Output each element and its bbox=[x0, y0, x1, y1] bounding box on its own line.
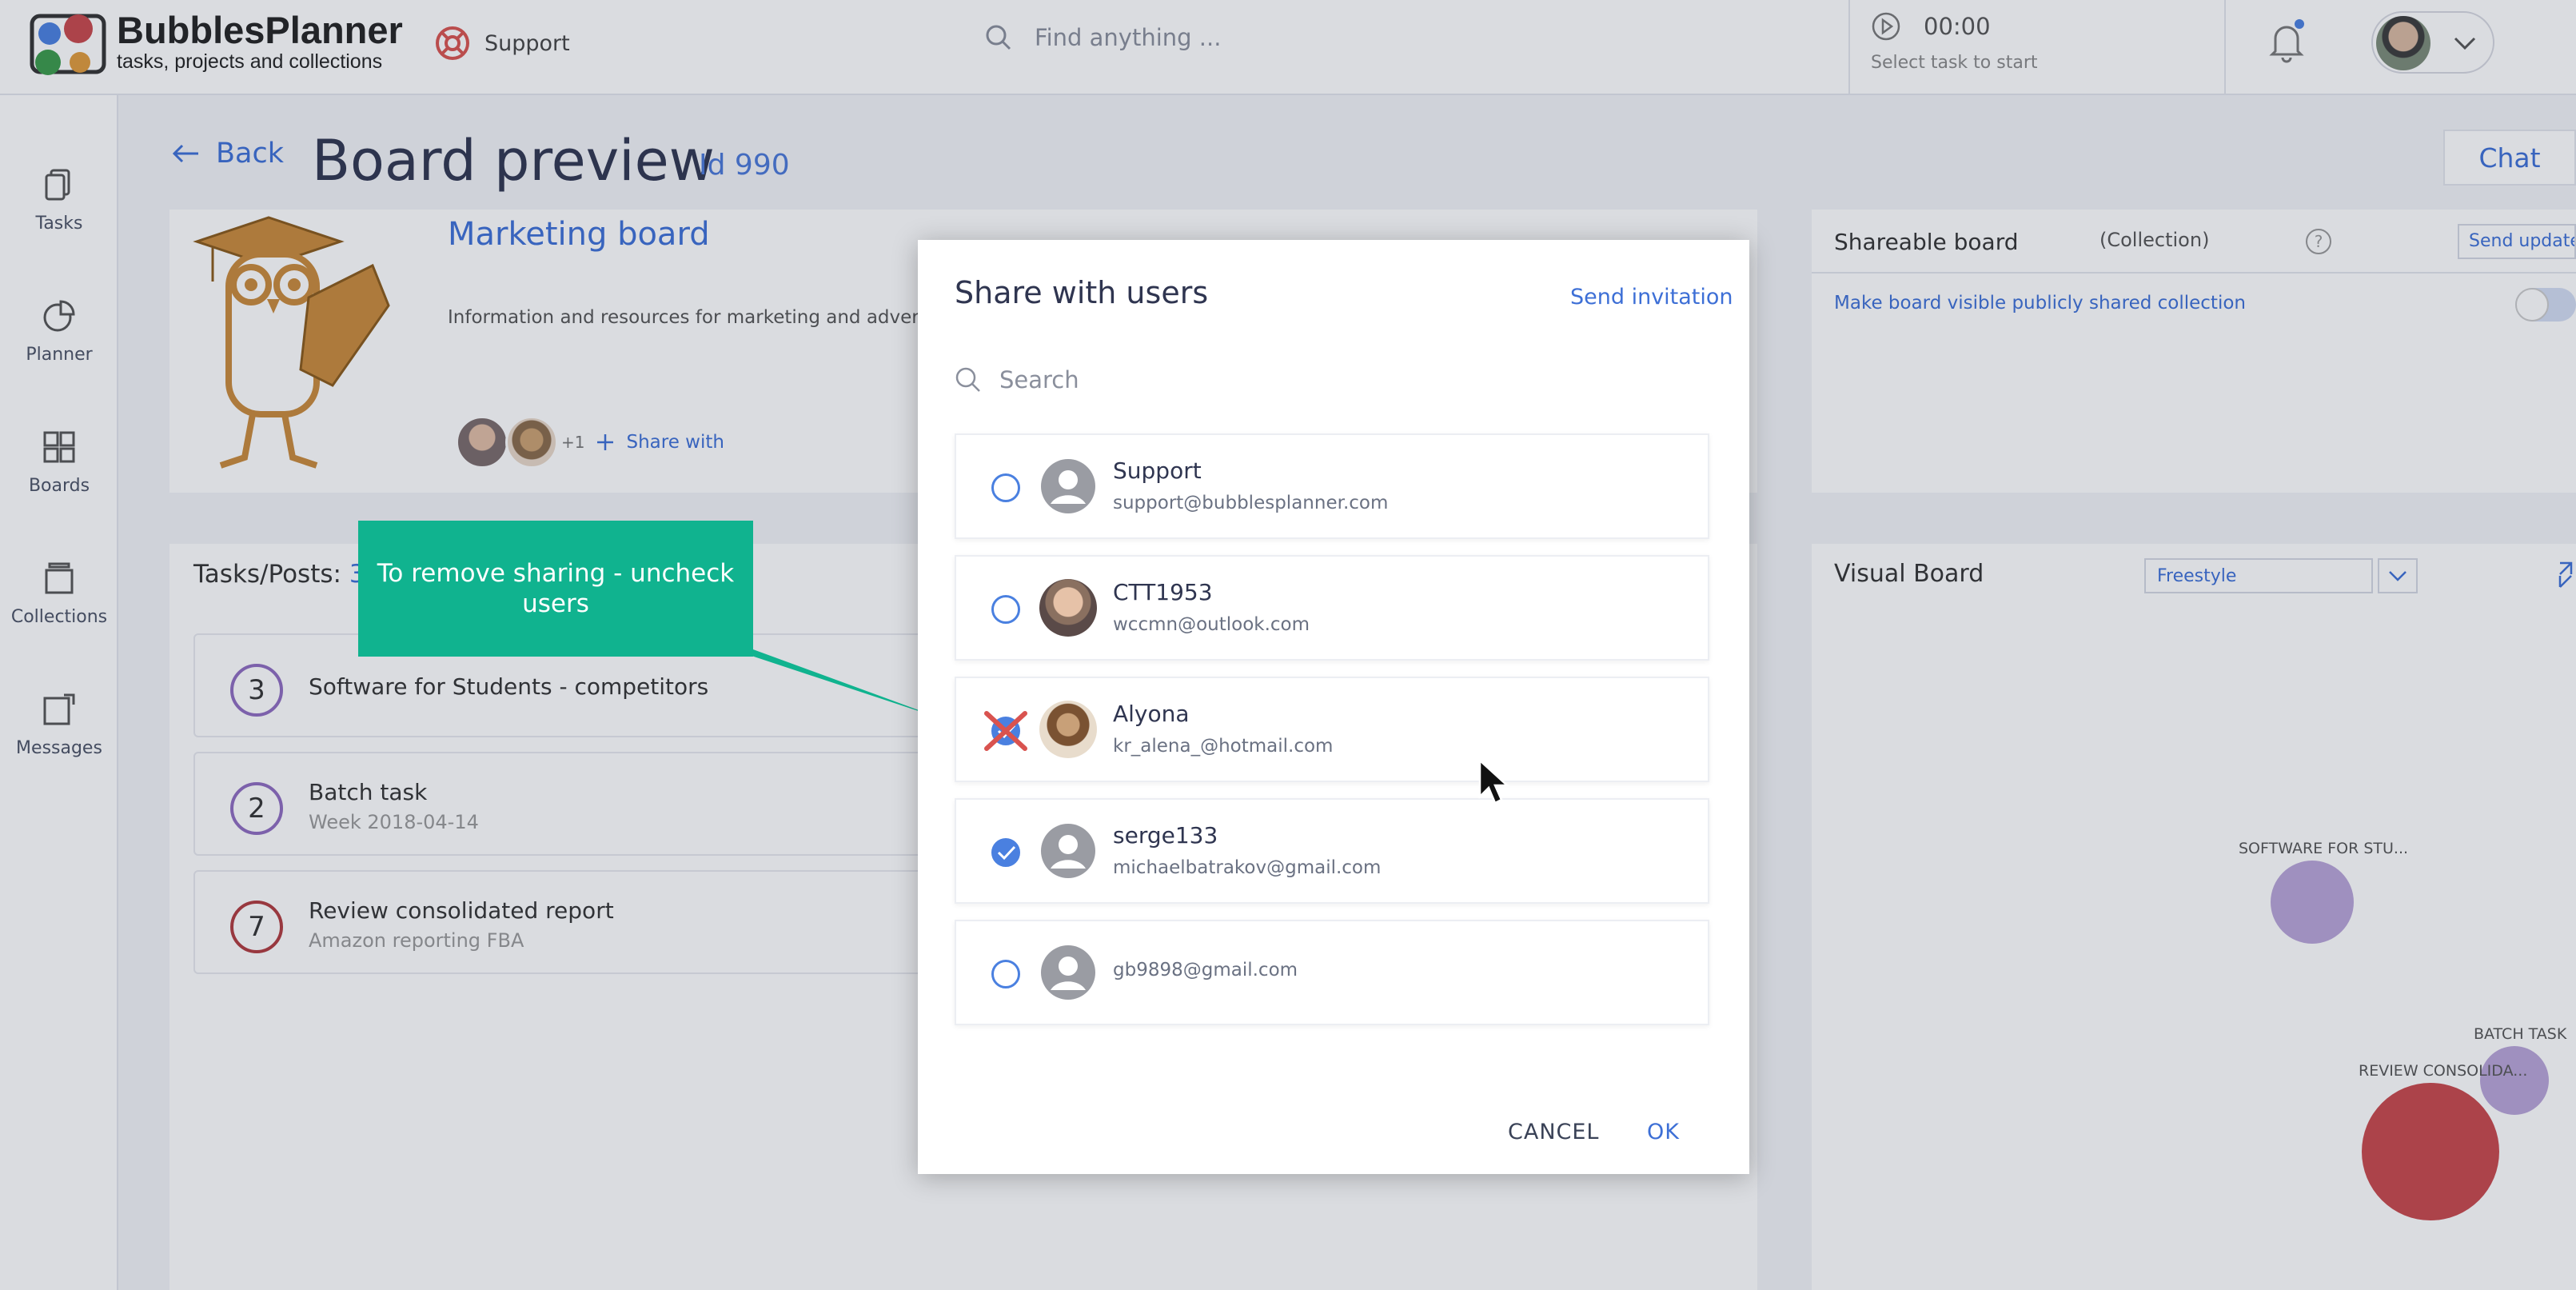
user-name: Support bbox=[1113, 457, 1202, 484]
user-avatar bbox=[1039, 579, 1097, 637]
user-name: Alyona bbox=[1113, 701, 1190, 727]
checkmark-icon bbox=[997, 845, 1016, 861]
default-avatar-icon bbox=[1039, 457, 1097, 515]
user-checkbox[interactable] bbox=[991, 473, 1020, 502]
user-row[interactable]: serge133 michaelbatrakov@gmail.com bbox=[955, 798, 1709, 904]
user-email: wccmn@outlook.com bbox=[1113, 614, 1310, 635]
default-avatar-icon bbox=[1039, 944, 1097, 1001]
dialog-title: Share with users bbox=[955, 275, 1209, 310]
user-row[interactable]: Alyona kr_alena_@hotmail.com bbox=[955, 677, 1709, 782]
user-email: gb9898@gmail.com bbox=[1113, 960, 1298, 980]
user-name: serge133 bbox=[1113, 822, 1218, 849]
user-name: CTT1953 bbox=[1113, 579, 1213, 605]
user-email: michaelbatrakov@gmail.com bbox=[1113, 857, 1382, 878]
user-row[interactable]: CTT1953 wccmn@outlook.com bbox=[955, 555, 1709, 661]
tutorial-callout: To remove sharing - uncheck users bbox=[358, 521, 753, 657]
send-invitation-link[interactable]: Send invitation bbox=[1570, 285, 1733, 310]
share-users-dialog: Share with users Send invitation Search … bbox=[918, 240, 1749, 1174]
user-avatar bbox=[1039, 701, 1097, 758]
user-search[interactable]: Search bbox=[955, 366, 1079, 393]
user-search-input[interactable]: Search bbox=[999, 366, 1079, 393]
remove-cross-icon bbox=[984, 711, 1027, 751]
cancel-button[interactable]: CANCEL bbox=[1508, 1120, 1599, 1144]
search-icon bbox=[955, 367, 980, 392]
user-email: support@bubblesplanner.com bbox=[1113, 493, 1389, 513]
user-checkbox[interactable] bbox=[991, 960, 1020, 988]
user-row[interactable]: gb9898@gmail.com bbox=[955, 920, 1709, 1025]
user-checkbox[interactable] bbox=[991, 838, 1020, 867]
default-avatar-icon bbox=[1039, 822, 1097, 880]
user-checkbox[interactable] bbox=[991, 595, 1020, 624]
user-email: kr_alena_@hotmail.com bbox=[1113, 736, 1334, 757]
ok-button[interactable]: OK bbox=[1647, 1120, 1680, 1144]
mouse-cursor-icon bbox=[1478, 758, 1509, 805]
user-row[interactable]: Support support@bubblesplanner.com bbox=[955, 433, 1709, 539]
